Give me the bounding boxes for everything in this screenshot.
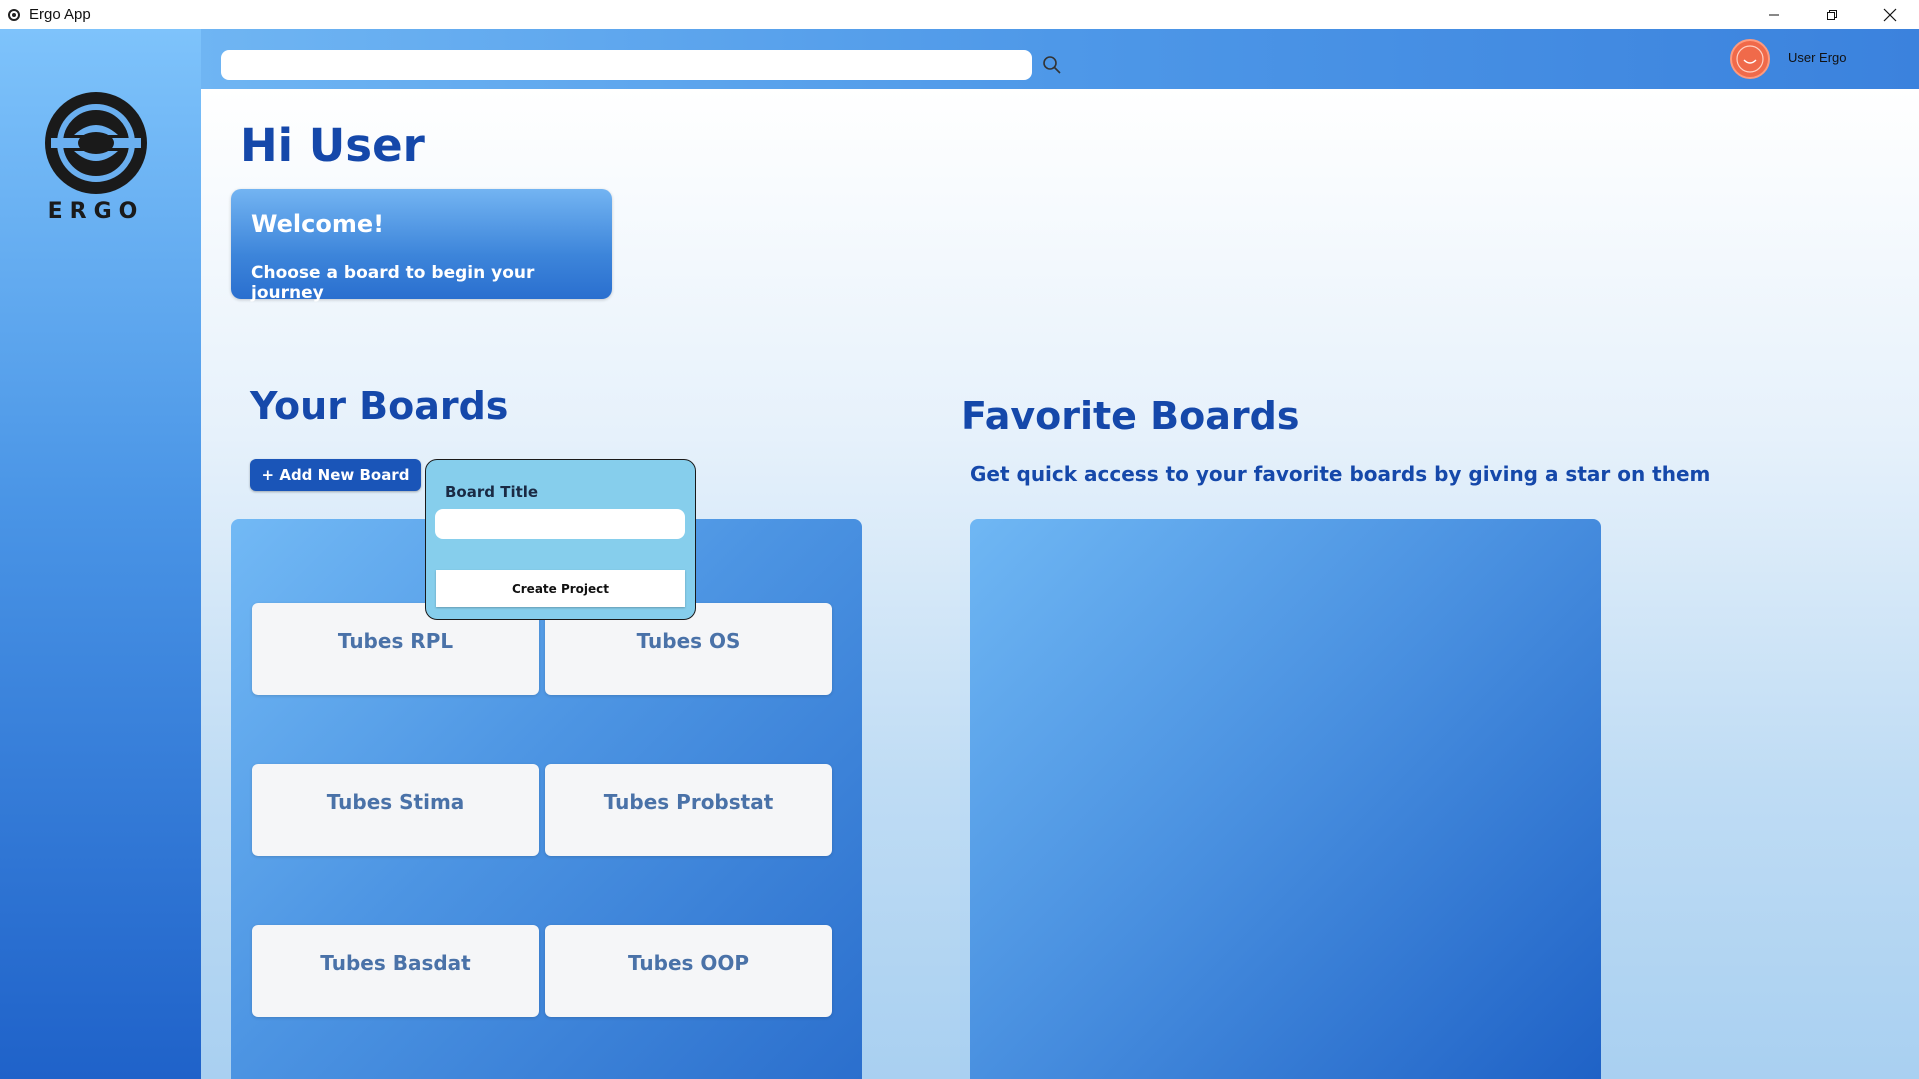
- new-board-popup: Board Title Create Project: [425, 459, 696, 620]
- sidebar: ERGO: [0, 29, 201, 1079]
- user-name[interactable]: User Ergo: [1788, 50, 1847, 65]
- top-header: User Ergo: [201, 29, 1919, 89]
- greeting-heading: Hi User: [240, 119, 425, 172]
- board-card[interactable]: Tubes Stima: [252, 764, 539, 856]
- restore-button[interactable]: [1803, 0, 1861, 29]
- minimize-button[interactable]: [1745, 0, 1803, 29]
- welcome-card: Welcome! Choose a board to begin your jo…: [231, 189, 612, 303]
- add-new-board-button[interactable]: + Add New Board: [250, 459, 421, 491]
- favorite-boards-title: Favorite Boards: [961, 394, 1300, 438]
- welcome-subtitle: Choose a board to begin your journey: [251, 263, 535, 303]
- search-button[interactable]: [1040, 53, 1064, 77]
- your-boards-title: Your Boards: [250, 384, 509, 428]
- board-title-label: Board Title: [445, 483, 539, 501]
- ergo-logo-icon: [45, 92, 147, 194]
- search-input[interactable]: [221, 50, 1032, 80]
- logo-text: ERGO: [47, 199, 145, 224]
- create-project-button[interactable]: Create Project: [436, 570, 685, 607]
- close-button[interactable]: [1861, 0, 1919, 29]
- minimize-icon: [1769, 14, 1779, 15]
- smiley-avatar-icon: [1736, 45, 1764, 73]
- welcome-title: Welcome!: [251, 210, 385, 238]
- favorite-boards-panel: [970, 519, 1601, 1079]
- search-icon: [1043, 56, 1061, 74]
- window-title: Ergo App: [29, 6, 91, 23]
- favorite-boards-description: Get quick access to your favorite boards…: [970, 462, 1711, 486]
- close-icon: [1883, 8, 1897, 21]
- window-controls: [1745, 0, 1919, 29]
- avatar[interactable]: [1730, 39, 1770, 79]
- app-icon: [7, 8, 21, 22]
- ergo-logo[interactable]: ERGO: [41, 91, 151, 231]
- board-title-input[interactable]: [435, 509, 685, 539]
- board-card[interactable]: Tubes Probstat: [545, 764, 832, 856]
- window-titlebar: Ergo App: [0, 0, 1919, 29]
- board-card[interactable]: Tubes OOP: [545, 925, 832, 1017]
- board-card[interactable]: Tubes Basdat: [252, 925, 539, 1017]
- restore-icon: [1827, 9, 1837, 20]
